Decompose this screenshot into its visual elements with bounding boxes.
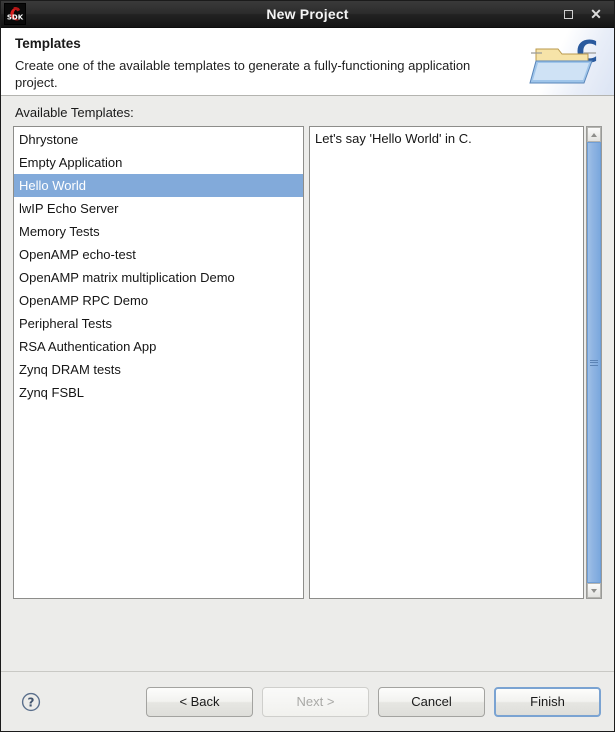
back-button[interactable]: < Back	[146, 686, 253, 717]
list-item[interactable]: Dhrystone	[14, 128, 303, 151]
panes: Dhrystone Empty Application Hello World …	[13, 126, 602, 599]
template-description: Let's say 'Hello World' in C.	[309, 126, 584, 599]
description-area: Let's say 'Hello World' in C.	[309, 126, 602, 599]
list-item[interactable]: Memory Tests	[14, 220, 303, 243]
list-item-selected[interactable]: Hello World	[14, 174, 303, 197]
page-description: Create one of the available templates to…	[15, 58, 471, 90]
svg-text:SDK: SDK	[7, 13, 24, 21]
scroll-down-button[interactable]	[587, 583, 601, 598]
list-item[interactable]: OpenAMP RPC Demo	[14, 289, 303, 312]
window-title: New Project	[266, 6, 349, 22]
available-templates-label: Available Templates:	[15, 105, 134, 120]
description-scrollbar[interactable]	[586, 126, 602, 599]
next-button: Next >	[262, 686, 369, 717]
sdk-icon: SDK	[4, 3, 26, 25]
dialog-buttons: < Back Next > Cancel Finish	[146, 686, 601, 717]
templates-list[interactable]: Dhrystone Empty Application Hello World …	[13, 126, 304, 599]
help-question-icon[interactable]: ?	[21, 692, 41, 712]
scrollbar-thumb[interactable]	[587, 142, 601, 583]
list-item[interactable]: OpenAMP echo-test	[14, 243, 303, 266]
c-project-folder-icon: C	[518, 28, 614, 95]
dialog-body: Available Templates: Dhrystone Empty App…	[1, 96, 614, 671]
new-project-dialog: SDK New Project ✕ Templates Create one o…	[0, 0, 615, 732]
svg-text:?: ?	[28, 695, 35, 709]
list-item[interactable]: Zynq FSBL	[14, 381, 303, 404]
button-bar: ? < Back Next > Cancel Finish	[1, 671, 614, 731]
list-item[interactable]: lwIP Echo Server	[14, 197, 303, 220]
list-item[interactable]: OpenAMP matrix multiplication Demo	[14, 266, 303, 289]
list-item[interactable]: Peripheral Tests	[14, 312, 303, 335]
title-bar: SDK New Project ✕	[1, 1, 614, 28]
list-item[interactable]: RSA Authentication App	[14, 335, 303, 358]
banner: Templates Create one of the available te…	[1, 28, 614, 96]
list-item[interactable]: Empty Application	[14, 151, 303, 174]
window-controls: ✕	[561, 7, 614, 21]
close-icon[interactable]: ✕	[589, 7, 603, 21]
finish-button[interactable]: Finish	[494, 686, 601, 717]
scroll-up-button[interactable]	[587, 127, 601, 142]
list-item[interactable]: Zynq DRAM tests	[14, 358, 303, 381]
maximize-icon[interactable]	[561, 7, 575, 21]
scrollbar-track[interactable]	[587, 142, 601, 583]
cancel-button[interactable]: Cancel	[378, 686, 485, 717]
